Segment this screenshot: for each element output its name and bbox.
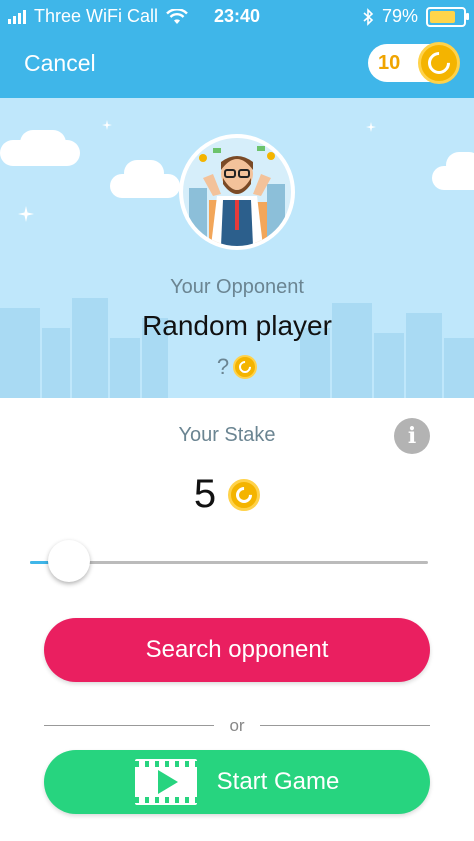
cancel-button[interactable]: Cancel: [24, 50, 96, 77]
cloud-decoration: [446, 152, 474, 178]
start-game-button[interactable]: Start Game: [44, 750, 430, 814]
avatar-icon: [179, 134, 295, 250]
cloud-decoration: [20, 130, 66, 156]
stake-label: Your Stake: [178, 424, 276, 446]
battery-icon: [426, 6, 469, 27]
opponent-stake: ?: [0, 354, 474, 380]
sparkle-icon: [366, 122, 376, 132]
video-play-icon: [134, 759, 197, 805]
stake-value: 5: [193, 472, 217, 516]
opponent-name: Random player: [142, 310, 332, 341]
opponent-label: Your Opponent: [170, 276, 304, 298]
or-label: or: [229, 716, 245, 735]
or-divider: or: [44, 716, 430, 736]
search-opponent-label: Search opponent: [145, 636, 329, 663]
opponent-panel: Your Opponent Random player ?: [0, 98, 474, 398]
search-opponent-button[interactable]: Search opponent: [44, 618, 430, 682]
header-bar: Three WiFi Call 23:40 79% Cancel 10: [0, 0, 474, 98]
bluetooth-icon: [363, 7, 374, 26]
start-game-label: Start Game: [216, 768, 340, 795]
coin-balance[interactable]: 10: [368, 42, 460, 84]
sparkle-icon: [18, 206, 34, 222]
coin-icon: [228, 478, 261, 511]
opponent-stake-value: ?: [216, 354, 230, 379]
coin-count: 10: [378, 52, 401, 74]
battery-percent: 79%: [381, 6, 418, 26]
sparkle-icon: [102, 120, 112, 130]
status-bar: Three WiFi Call 23:40 79%: [0, 0, 474, 34]
stake-slider[interactable]: [30, 540, 428, 584]
slider-thumb[interactable]: [47, 540, 90, 582]
cloud-decoration: [124, 160, 164, 186]
coin-icon: [233, 355, 258, 379]
coin-icon: [418, 42, 460, 84]
stake-display: 5: [0, 472, 454, 517]
info-icon[interactable]: i: [394, 418, 430, 454]
